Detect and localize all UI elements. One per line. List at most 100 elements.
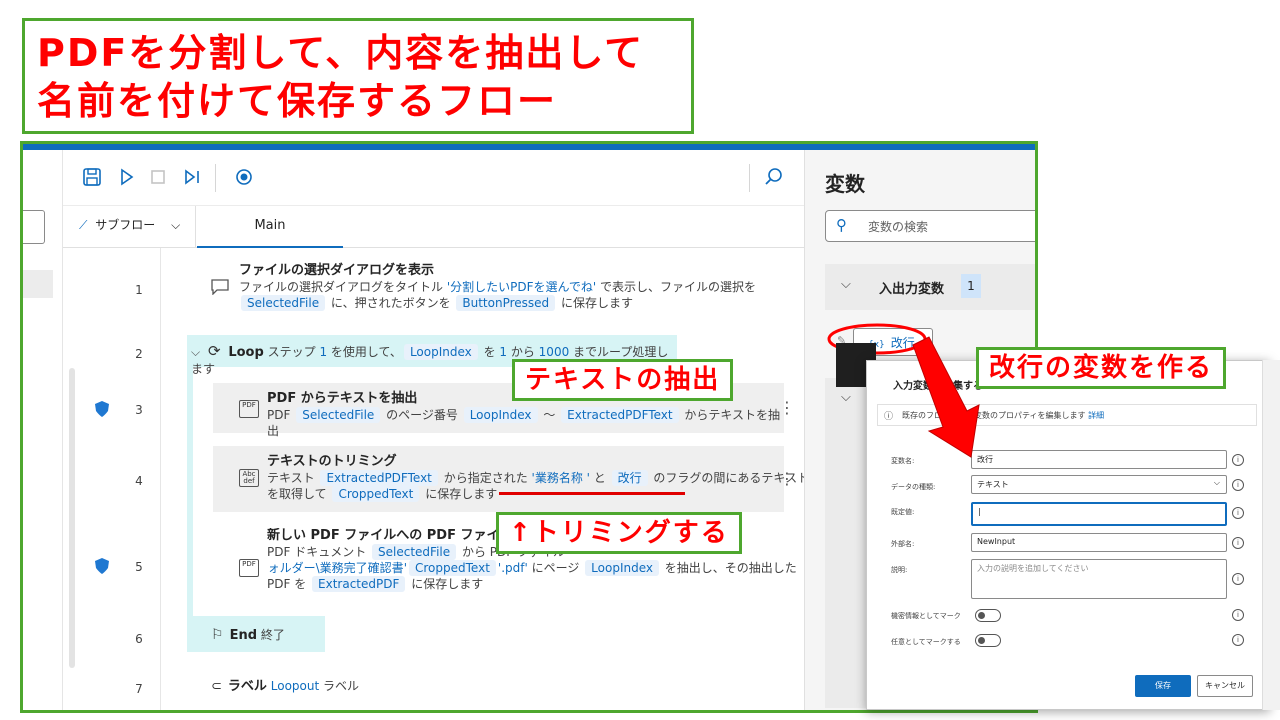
left-selected-row[interactable]: [23, 270, 53, 298]
variable-chip[interactable]: ButtonPressed: [456, 295, 556, 311]
action-display-select-file-dialog[interactable]: ファイルの選択ダイアログを表示 ファイルの選択ダイアログをタイトル '分割したい…: [211, 263, 811, 311]
action-text: PDF を: [267, 577, 311, 591]
optional-toggle[interactable]: [975, 634, 1001, 647]
subflow-dropdown[interactable]: ⟋ サブフロー ⌵: [79, 216, 180, 233]
flow-designer: ⟋ サブフロー ⌵ Main 1 2 3 4 5 6 7 ファイルの選択ダイアロ…: [63, 150, 809, 710]
action-text: PDF ドキュメント: [267, 545, 371, 559]
variable-name-field[interactable]: 改行: [971, 450, 1227, 469]
description-field[interactable]: 入力の説明を追加してください: [971, 559, 1227, 599]
variable-chip[interactable]: CroppedText: [332, 486, 420, 502]
action-text: PDF: [267, 408, 295, 422]
save-button[interactable]: 保存: [1135, 675, 1191, 697]
chevron-down-icon: ⌵: [841, 277, 851, 292]
background-panel-edge: [1262, 360, 1280, 710]
more-options-icon[interactable]: ⋮: [779, 398, 795, 417]
shield-icon: [95, 401, 109, 417]
message-icon: [211, 279, 229, 295]
action-text: ラベル: [319, 679, 360, 693]
toolbar-divider: [749, 164, 750, 192]
run-icon[interactable]: [115, 166, 137, 188]
info-icon[interactable]: i: [1232, 537, 1244, 549]
line-number: 7: [135, 682, 143, 696]
action-keyword: Loop: [228, 345, 264, 360]
chevron-down-icon: ⌵: [191, 345, 201, 359]
flag-icon: ⚐: [211, 627, 224, 643]
info-icon[interactable]: i: [1232, 507, 1244, 519]
text-trim-icon: Abc def: [239, 469, 259, 487]
label-optional: 任意としてマークする: [891, 638, 961, 646]
variable-chip[interactable]: LoopIndex: [403, 344, 478, 360]
pdf-icon: PDF: [239, 400, 259, 418]
variable-chip[interactable]: LoopIndex: [463, 407, 538, 423]
variable-chip[interactable]: ExtractedPDF: [312, 576, 406, 592]
default-value-field[interactable]: |: [971, 502, 1227, 526]
title-callout: PDFを分割して、内容を抽出して 名前を付けて保存するフロー: [22, 18, 694, 134]
line-number: 4: [135, 474, 143, 488]
action-text: から指定された: [439, 471, 532, 485]
chevron-down-icon: ⌵: [841, 390, 851, 405]
callout-make-variable: 改行の変数を作る: [976, 347, 1227, 389]
section-title: 入出力変数: [879, 282, 945, 297]
variable-chip[interactable]: CroppedText: [409, 560, 496, 576]
pdf-icon: PDF: [239, 559, 259, 577]
stop-icon[interactable]: [147, 166, 169, 188]
search-icon[interactable]: [763, 166, 785, 188]
title-line-1: PDFを分割して、内容を抽出して: [37, 31, 645, 75]
title-line-2: 名前を付けて保存するフロー: [37, 79, 558, 123]
action-text: テキスト: [267, 471, 319, 485]
shield-icon: [95, 558, 109, 574]
action-text: を使用して、: [327, 345, 402, 359]
action-text: のページ番号: [382, 408, 462, 422]
info-icon[interactable]: i: [1232, 634, 1244, 646]
subflow-label: サブフロー: [95, 218, 156, 232]
info-icon[interactable]: i: [1232, 573, 1244, 585]
tab-main[interactable]: Main: [197, 206, 343, 248]
info-note-icon: ⓘ: [884, 412, 894, 422]
more-options-icon[interactable]: ⋮: [779, 469, 795, 488]
variable-chip[interactable]: 改行: [611, 470, 648, 486]
action-text: に保存します: [421, 487, 498, 501]
vertical-scrollbar[interactable]: [69, 368, 75, 668]
literal-value: Loopout: [270, 679, 320, 693]
variable-chip[interactable]: SelectedFile: [241, 295, 326, 311]
label-default-value: 既定値:: [891, 508, 915, 516]
line-number: 3: [135, 403, 143, 417]
run-next-action-icon[interactable]: [181, 166, 203, 188]
callout-text-extraction: テキストの抽出: [512, 359, 734, 401]
designer-toolbar: [63, 150, 804, 206]
action-text: に保存します: [557, 296, 633, 310]
info-icon[interactable]: i: [1232, 479, 1244, 491]
action-text: ステップ: [263, 345, 320, 359]
action-text: を取得して: [267, 487, 331, 501]
label-description: 説明:: [891, 566, 908, 574]
action-text: を抽出し、その抽出した: [660, 561, 797, 575]
data-type-select[interactable]: テキスト ⌵: [971, 475, 1227, 494]
toolbar-divider: [215, 164, 216, 192]
action-text: と: [589, 471, 610, 485]
action-label[interactable]: ⊂ ラベル Loopout ラベル: [211, 678, 359, 695]
external-name-field[interactable]: NewInput: [971, 533, 1227, 552]
sensitive-toggle[interactable]: [975, 609, 1001, 622]
variable-chip[interactable]: SelectedFile: [296, 407, 381, 423]
literal-value: '業務名称 ': [531, 471, 590, 485]
io-variables-section[interactable]: ⌵ 入出力変数 1: [825, 264, 1035, 310]
label-icon: ⊂: [211, 679, 222, 694]
save-icon[interactable]: [81, 166, 103, 188]
cancel-button[interactable]: キャンセル: [1197, 675, 1253, 697]
variable-chip[interactable]: SelectedFile: [372, 544, 457, 560]
info-icon[interactable]: i: [1232, 609, 1244, 621]
variables-search-input[interactable]: ⚲ 変数の検索: [825, 210, 1035, 242]
details-link[interactable]: 詳細: [1088, 411, 1104, 420]
variable-chip[interactable]: LoopIndex: [585, 560, 659, 576]
info-icon[interactable]: i: [1232, 454, 1244, 466]
left-search-input[interactable]: [23, 210, 45, 244]
action-end[interactable]: ⚐ End 終了: [211, 627, 285, 644]
record-icon[interactable]: [233, 166, 255, 188]
literal-value: 1: [499, 345, 508, 359]
subflow-icon: ⟋: [79, 218, 88, 232]
variable-chip[interactable]: ExtractedPDFText: [561, 407, 679, 423]
action-text: を: [479, 345, 500, 359]
variable-chip[interactable]: ExtractedPDFText: [320, 470, 438, 486]
chevron-down-icon: ⌵: [171, 218, 181, 232]
data-type-value: テキスト: [977, 480, 1009, 489]
